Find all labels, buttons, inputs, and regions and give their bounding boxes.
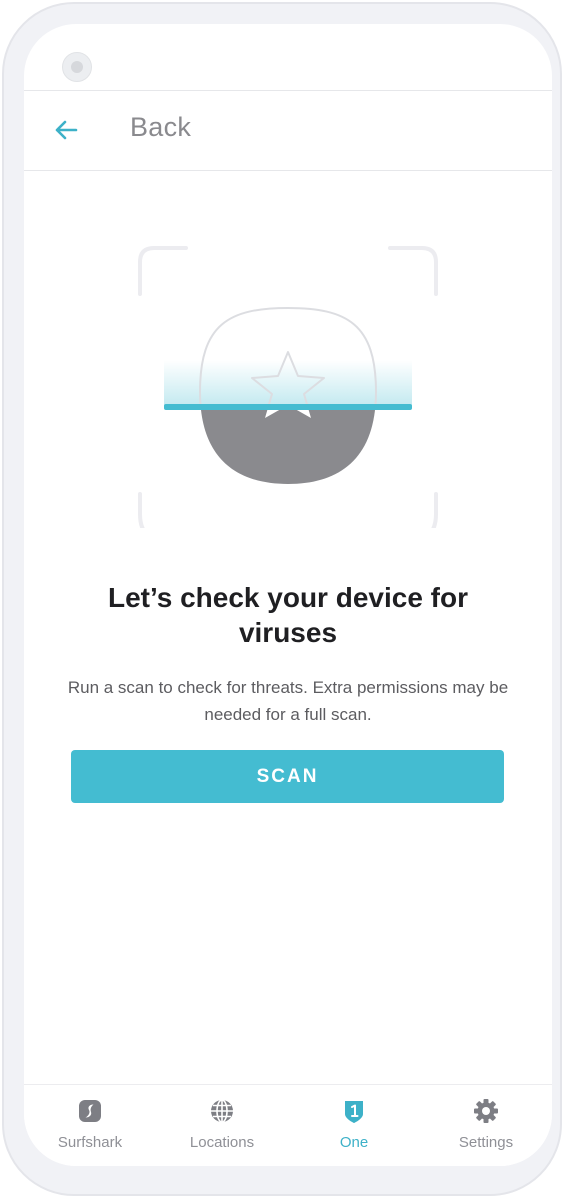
phone-screen: Back Let’s check your device for viruses… [24, 24, 552, 1166]
app-header: Back [24, 90, 552, 171]
nav-label-surfshark: Surfshark [57, 1134, 123, 1151]
nav-label-locations: Locations [189, 1134, 255, 1151]
nav-item-surfshark[interactable]: Surfshark [24, 1085, 156, 1166]
surfshark-logo-icon [79, 1100, 101, 1122]
nav-item-one[interactable]: One [288, 1085, 420, 1166]
scan-description: Run a scan to check for threats. Extra p… [67, 678, 509, 724]
nav-item-locations[interactable]: Locations [156, 1085, 288, 1166]
nav-label-settings: Settings [458, 1134, 514, 1151]
virus-scan-illustration [138, 246, 438, 528]
front-camera [62, 52, 92, 82]
nav-item-settings[interactable]: Settings [420, 1085, 552, 1166]
bottom-nav: Surfshark Locations One Settings [24, 1084, 552, 1166]
nav-label-one: One [339, 1134, 369, 1151]
device-frame: Back Let’s check your device for viruses… [2, 2, 562, 1196]
page-headline: Let’s check your device for viruses [108, 582, 468, 648]
back-arrow-icon[interactable] [52, 116, 80, 144]
gear-icon [474, 1099, 498, 1123]
shield-one-icon [345, 1101, 363, 1123]
back-title[interactable]: Back [130, 112, 191, 143]
globe-icon [211, 1099, 233, 1123]
status-bar [24, 24, 552, 91]
scan-button[interactable]: SCAN [71, 750, 504, 803]
